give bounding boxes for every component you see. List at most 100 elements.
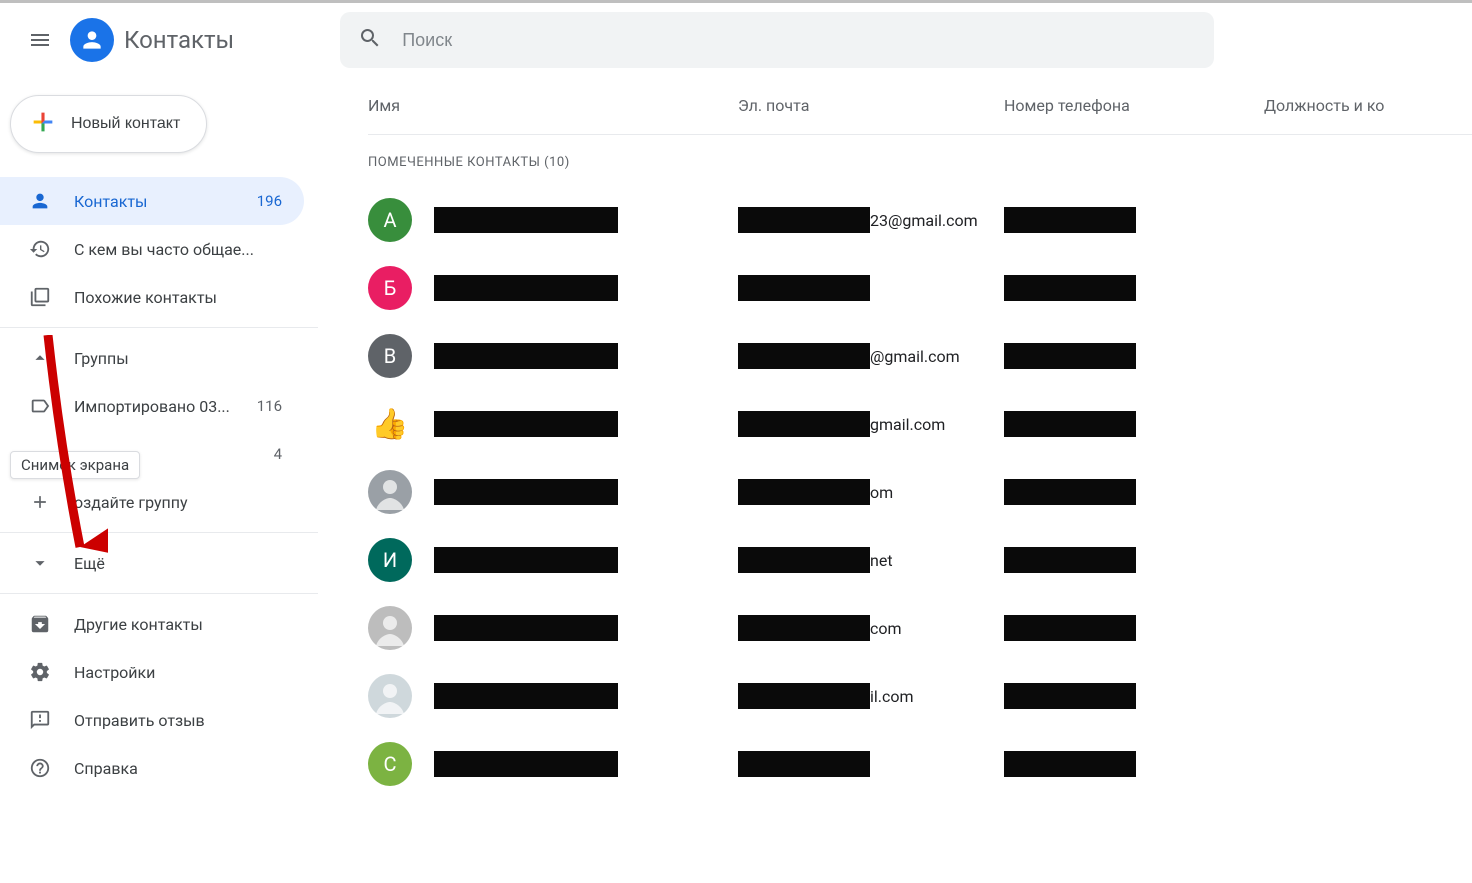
redacted-email — [738, 411, 870, 437]
divider — [0, 593, 318, 594]
redacted-name — [434, 479, 618, 505]
avatar: 👍 — [368, 402, 412, 446]
merge-icon — [28, 285, 52, 309]
gear-icon — [28, 660, 52, 684]
nav-count: 4 — [274, 445, 282, 463]
redacted-phone — [1004, 547, 1136, 573]
nav-label: Отправить отзыв — [74, 711, 282, 730]
app-title: Контакты — [124, 26, 234, 54]
email-suffix: 23@gmail.com — [870, 211, 978, 230]
avatar: С — [368, 742, 412, 786]
contact-row[interactable]: В@gmail.com — [368, 322, 1472, 390]
main-content: Имя Эл. почта Номер телефона Должность и… — [318, 77, 1472, 798]
email-suffix: net — [870, 551, 893, 570]
nav-label: Похожие контакты — [74, 288, 282, 307]
header: Контакты — [0, 3, 1472, 77]
contact-row[interactable]: om — [368, 458, 1472, 526]
nav-label: Импортировано 03... — [74, 397, 257, 416]
nav-count: 196 — [257, 192, 282, 210]
sidebar-bottom-item-1[interactable]: Настройки — [0, 648, 304, 696]
contact-row[interactable]: А 23@gmail.com — [368, 186, 1472, 254]
redacted-phone — [1004, 479, 1136, 505]
email-suffix: com — [870, 619, 902, 638]
column-header-phone: Номер телефона — [1004, 96, 1264, 115]
groups-header-label: Группы — [74, 349, 282, 368]
redacted-name — [434, 547, 618, 573]
group-item-0[interactable]: Импортировано 03...116 — [0, 382, 304, 430]
email-suffix: @gmail.com — [870, 347, 960, 366]
contact-row[interactable]: il.com — [368, 662, 1472, 730]
hamburger-icon — [28, 28, 52, 52]
email-suffix: il.com — [870, 687, 914, 706]
search-input[interactable] — [402, 30, 1196, 51]
contact-row[interactable]: com — [368, 594, 1472, 662]
divider — [0, 532, 318, 533]
new-contact-button[interactable]: Новый контакт — [10, 95, 207, 153]
search-icon — [358, 26, 382, 54]
redacted-phone — [1004, 615, 1136, 641]
redacted-email — [738, 615, 870, 641]
history-icon — [28, 237, 52, 261]
redacted-phone — [1004, 683, 1136, 709]
redacted-email — [738, 547, 870, 573]
avatar — [368, 470, 412, 514]
column-header-name: Имя — [368, 96, 738, 115]
avatar: А — [368, 198, 412, 242]
help-icon — [28, 756, 52, 780]
redacted-name — [434, 343, 618, 369]
column-header-job: Должность и ко — [1264, 96, 1472, 115]
search-box[interactable] — [340, 12, 1214, 68]
sidebar-item-2[interactable]: Похожие контакты — [0, 273, 304, 321]
redacted-email — [738, 479, 870, 505]
redacted-phone — [1004, 411, 1136, 437]
divider — [0, 327, 318, 328]
redacted-name — [434, 411, 618, 437]
sidebar-item-1[interactable]: С кем вы часто общае... — [0, 225, 304, 273]
nav-label: С кем вы часто общае... — [74, 240, 282, 259]
redacted-name — [434, 683, 618, 709]
contact-row[interactable]: Б — [368, 254, 1472, 322]
screenshot-tooltip: Снимок экрана — [10, 451, 140, 479]
person-icon — [28, 189, 52, 213]
redacted-email — [738, 275, 870, 301]
groups-header[interactable]: Группы — [0, 334, 304, 382]
more-label: Ещё — [74, 554, 282, 573]
redacted-email — [738, 343, 870, 369]
redacted-phone — [1004, 751, 1136, 777]
label-icon — [28, 394, 52, 418]
app-logo-icon — [70, 18, 114, 62]
redacted-name — [434, 751, 618, 777]
sidebar-bottom-item-3[interactable]: Справка — [0, 744, 304, 792]
redacted-email — [738, 751, 870, 777]
create-group-button[interactable]: оздайте группу — [0, 478, 304, 526]
sidebar-bottom-item-2[interactable]: Отправить отзыв — [0, 696, 304, 744]
redacted-phone — [1004, 275, 1136, 301]
column-header-email: Эл. почта — [738, 96, 1004, 115]
avatar — [368, 674, 412, 718]
nav-count: 116 — [257, 397, 282, 415]
create-group-label: оздайте группу — [74, 493, 282, 512]
redacted-phone — [1004, 207, 1136, 233]
contact-row[interactable]: Иnet — [368, 526, 1472, 594]
redacted-phone — [1004, 343, 1136, 369]
main-menu-button[interactable] — [16, 16, 64, 64]
section-label: ПОМЕЧЕННЫЕ КОНТАКТЫ (10) — [368, 135, 1472, 186]
chevron-up-icon — [28, 346, 52, 370]
contact-row[interactable]: С — [368, 730, 1472, 798]
feedback-icon — [28, 708, 52, 732]
nav-label: Справка — [74, 759, 282, 778]
new-contact-label: Новый контакт — [71, 115, 180, 133]
avatar: Б — [368, 266, 412, 310]
avatar: И — [368, 538, 412, 582]
app-logo-wrap: Контакты — [70, 18, 234, 62]
nav-label: Контакты — [74, 192, 257, 211]
table-header: Имя Эл. почта Номер телефона Должность и… — [368, 77, 1472, 135]
redacted-name — [434, 275, 618, 301]
sidebar-item-0[interactable]: Контакты196 — [0, 177, 304, 225]
more-toggle[interactable]: Ещё — [0, 539, 304, 587]
sidebar-bottom-item-0[interactable]: Другие контакты — [0, 600, 304, 648]
contact-row[interactable]: 👍gmail.com — [368, 390, 1472, 458]
avatar — [368, 606, 412, 650]
sidebar: Новый контакт Контакты196 С кем вы часто … — [0, 77, 318, 798]
redacted-email — [738, 207, 870, 233]
